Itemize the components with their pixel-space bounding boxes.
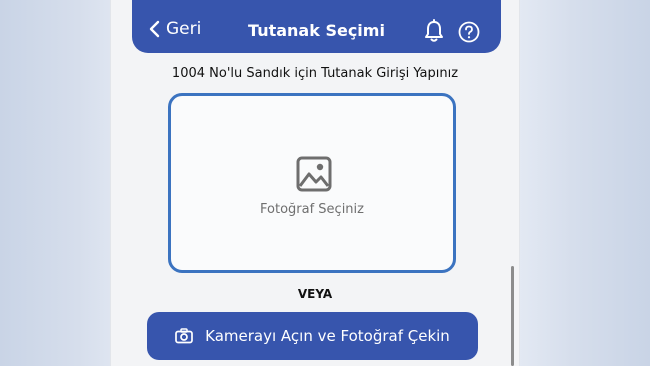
- photo-picker-label: Fotoğraf Seçiniz: [260, 202, 364, 217]
- open-camera-label: Kamerayı Açın ve Fotoğraf Çekin: [205, 327, 450, 345]
- instruction-text: 1004 No'lu Sandık için Tutanak Girişi Ya…: [171, 66, 459, 81]
- or-separator: VEYA: [297, 287, 333, 301]
- scrollbar[interactable]: [511, 266, 514, 366]
- help-icon[interactable]: [458, 21, 480, 43]
- photo-picker[interactable]: Fotoğraf Seçiniz: [168, 93, 456, 273]
- image-icon: [296, 156, 332, 192]
- page-title: Tutanak Seçimi: [248, 21, 385, 40]
- open-camera-button[interactable]: Kamerayı Açın ve Fotoğraf Çekin: [147, 312, 478, 360]
- bell-icon[interactable]: [423, 19, 445, 43]
- camera-icon: [175, 328, 194, 344]
- app-screen: Geri Tutanak Seçimi 1004 No'lu Sandık iç…: [110, 0, 520, 366]
- top-bar: Geri Tutanak Seçimi: [132, 0, 501, 53]
